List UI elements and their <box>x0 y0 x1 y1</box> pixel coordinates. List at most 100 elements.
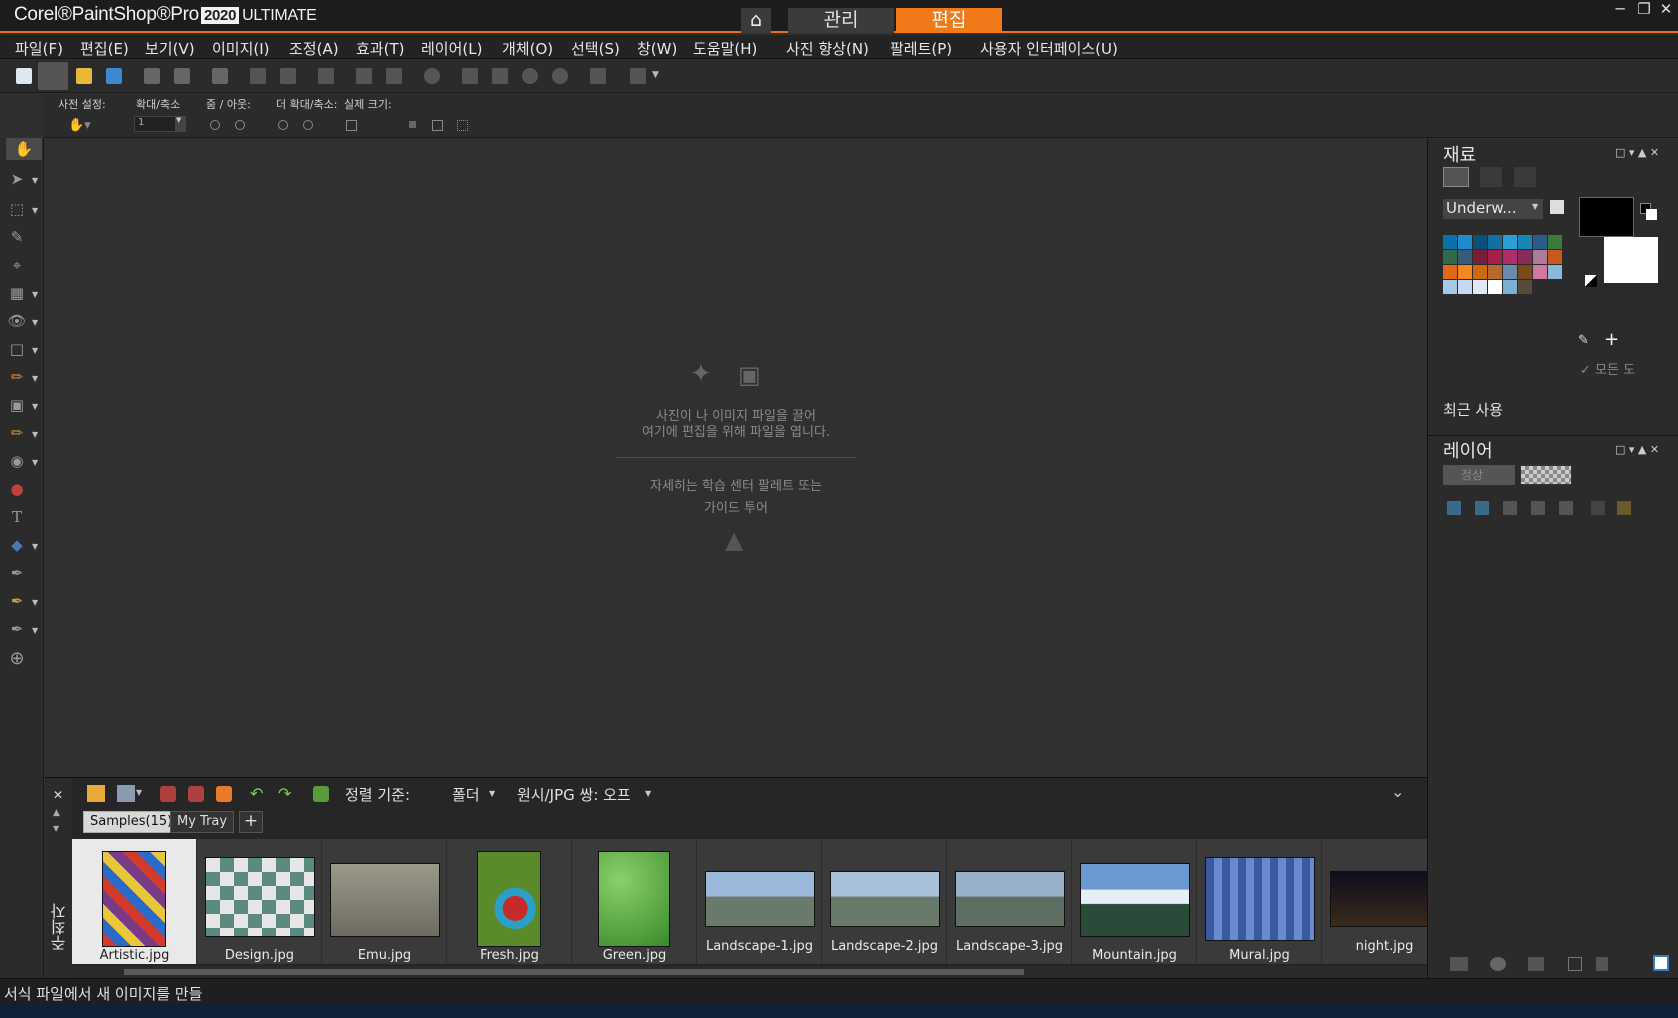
straighten-tool-icon[interactable]: ▦ <box>6 282 28 304</box>
color-swatch[interactable] <box>1518 250 1532 264</box>
scrollbar-thumb[interactable] <box>124 969 1024 975</box>
dropdown-arrow-icon[interactable]: ▼ <box>652 70 659 80</box>
save-as-icon[interactable] <box>174 68 190 84</box>
color-swatch[interactable] <box>1533 265 1547 279</box>
resize-icon[interactable] <box>318 68 334 84</box>
edit-layer-icon[interactable] <box>1531 501 1545 515</box>
fullscreen-icon[interactable] <box>590 68 606 84</box>
menu-palettes[interactable]: 팔레트(P) <box>890 38 952 59</box>
fill-tool-icon[interactable]: ▣ <box>6 394 28 416</box>
fit-small-icon[interactable] <box>432 120 443 131</box>
background-color[interactable] <box>1604 237 1658 283</box>
color-swatch[interactable] <box>1443 250 1457 264</box>
shape-tool-icon[interactable]: ◆ <box>6 534 28 556</box>
opacity-slider[interactable] <box>1520 465 1572 485</box>
color-swatch[interactable] <box>1548 265 1562 279</box>
tool-expand-arrow[interactable]: ▼ <box>32 430 38 439</box>
palette-select[interactable]: Underw... <box>1443 199 1543 219</box>
color-picker-tool-icon[interactable]: ● <box>6 478 28 500</box>
workspace-icon[interactable] <box>630 68 646 84</box>
menu-adjust[interactable]: 조정(A) <box>289 38 339 59</box>
pattern-mode-icon[interactable] <box>1514 167 1536 187</box>
color-swatch[interactable] <box>1548 235 1562 249</box>
color-swatch[interactable] <box>1518 235 1532 249</box>
share-icon[interactable] <box>216 786 232 802</box>
color-swatch[interactable] <box>1458 265 1472 279</box>
color-swatch[interactable] <box>1488 250 1502 264</box>
actual-size-icon[interactable] <box>346 120 357 131</box>
menu-window[interactable]: 창(W) <box>637 38 677 59</box>
print-icon[interactable] <box>212 68 228 84</box>
new-file-icon[interactable] <box>16 68 32 84</box>
tab-my-tray[interactable]: My Tray <box>170 811 235 833</box>
layer-fill-icon[interactable] <box>1490 957 1506 971</box>
layer-panel-toggle-icon[interactable] <box>1653 955 1669 971</box>
rotate-right-icon[interactable]: ↷ <box>278 784 291 803</box>
zoom-out-small-icon[interactable] <box>210 120 220 130</box>
undo-icon[interactable] <box>250 68 266 84</box>
zoom-in-small-icon[interactable] <box>235 120 245 130</box>
swatches-mode-icon[interactable] <box>1443 167 1469 187</box>
scan-icon[interactable] <box>106 68 122 84</box>
save-icon[interactable] <box>144 68 160 84</box>
tool-expand-arrow[interactable]: ▼ <box>32 598 38 607</box>
learn-hint-line2[interactable]: 가이드 투어 <box>45 497 1427 516</box>
menu-layers[interactable]: 레이어(L) <box>421 38 482 59</box>
thumbnail[interactable]: Fresh.jpg <box>447 839 572 964</box>
navigation-icon[interactable] <box>87 785 105 802</box>
pan-tool-icon[interactable]: ✋ <box>6 138 42 160</box>
color-swatch[interactable] <box>1548 250 1562 264</box>
red-eye-tool-icon[interactable]: 👁 <box>6 310 28 332</box>
tag-remove-icon[interactable] <box>160 786 176 802</box>
art-tool-icon[interactable]: ◉ <box>6 450 28 472</box>
new-mask-icon[interactable] <box>1475 501 1489 515</box>
paint-brush-tool-icon[interactable]: ✏ <box>6 422 28 444</box>
menu-file[interactable]: 파일(F) <box>15 38 63 59</box>
selection-tool-icon[interactable]: ⬚ <box>6 198 28 220</box>
home-button[interactable]: ⌂ <box>741 8 771 33</box>
tool-expand-arrow[interactable]: ▼ <box>32 318 38 327</box>
color-swatch[interactable] <box>1443 280 1457 294</box>
tool-expand-arrow[interactable]: ▼ <box>32 346 38 355</box>
tool-expand-arrow[interactable]: ▼ <box>32 290 38 299</box>
blend-mode-select[interactable]: 정상 <box>1443 465 1515 485</box>
tab-edit[interactable]: 편집 <box>896 8 1002 33</box>
color-swatch[interactable] <box>1458 235 1472 249</box>
palette-file-icon[interactable] <box>1550 200 1564 214</box>
redo-icon[interactable] <box>280 68 296 84</box>
color-swatch[interactable] <box>1503 280 1517 294</box>
color-swatch[interactable] <box>1443 265 1457 279</box>
warp-tool-icon[interactable]: ✒ <box>6 590 28 612</box>
zoom-in-icon[interactable] <box>552 68 568 84</box>
restore-icon[interactable]: ❐ <box>1634 0 1654 18</box>
close-palette-icon[interactable]: ✕ <box>53 788 63 802</box>
collapse-icon[interactable]: ⌄ <box>1391 782 1404 801</box>
color-swatch[interactable] <box>1488 265 1502 279</box>
tool-expand-arrow[interactable]: ▼ <box>32 626 38 635</box>
brush-tool-icon[interactable]: ✏ <box>6 366 28 388</box>
rotate-left-icon[interactable]: ↶ <box>250 784 263 803</box>
makeover-tool-icon[interactable]: □ <box>6 338 28 360</box>
color-swatch[interactable] <box>1503 250 1517 264</box>
thumbnail[interactable]: Green.jpg <box>572 839 697 964</box>
add-swatch-icon[interactable]: + <box>1604 329 1619 350</box>
sort-arrow-icon[interactable]: ▼ <box>489 789 495 798</box>
text-tool-icon[interactable]: T <box>6 506 28 528</box>
pin-icon[interactable]: ▲ <box>53 808 60 818</box>
color-swatch[interactable] <box>1473 265 1487 279</box>
new-layer-icon[interactable] <box>1447 501 1461 515</box>
layers-menu-icon[interactable]: □ ▾ ▲ ✕ <box>1615 443 1659 456</box>
menu-user-interface[interactable]: 사용자 인터페이스(U) <box>980 38 1118 59</box>
adjust-layer-icon[interactable] <box>1503 501 1517 515</box>
layer-mask-icon[interactable] <box>1528 957 1544 971</box>
dropper-tool-icon[interactable]: ✎ <box>6 226 28 248</box>
layer-style-icon[interactable] <box>1559 501 1573 515</box>
color-swatch[interactable] <box>1518 265 1532 279</box>
thumbnail[interactable]: Landscape-1.jpg <box>697 839 822 964</box>
color-swatch[interactable] <box>1503 265 1517 279</box>
more-zoom-in-icon[interactable] <box>303 120 313 130</box>
color-swatch[interactable] <box>1443 235 1457 249</box>
thumbnail[interactable]: Design.jpg <box>197 839 322 964</box>
thumbnail[interactable]: Landscape-3.jpg <box>947 839 1072 964</box>
menu-view[interactable]: 보기(V) <box>145 38 195 59</box>
